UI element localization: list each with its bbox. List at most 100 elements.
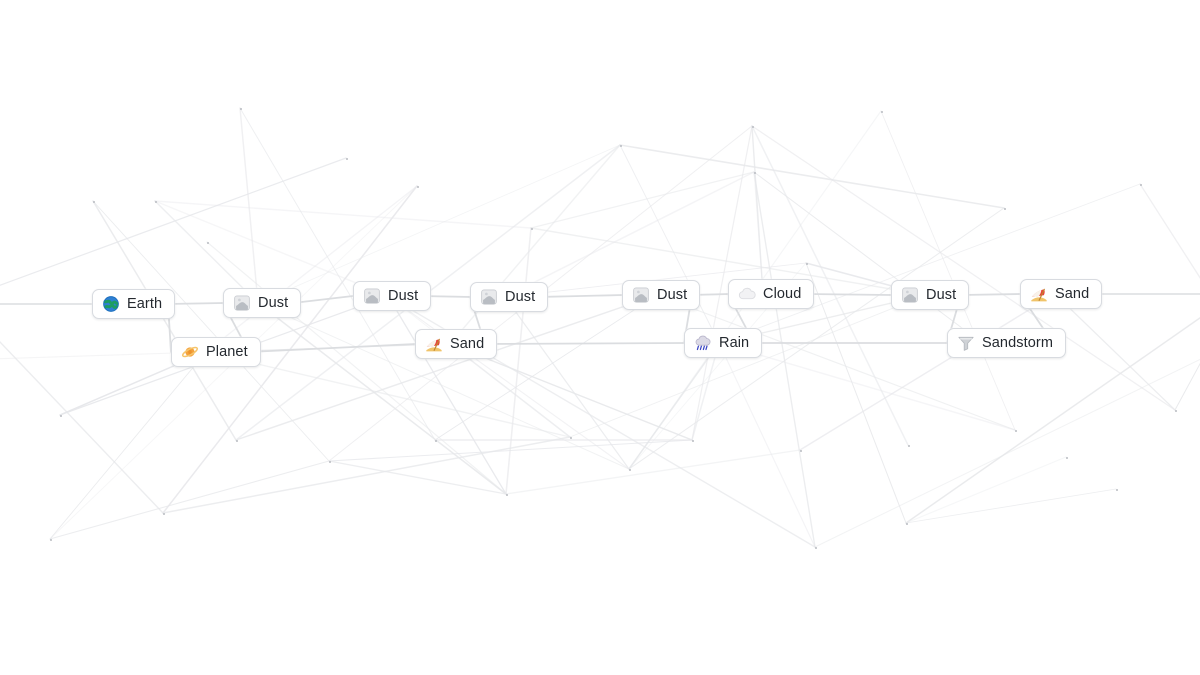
edge-vertex-dot <box>1015 430 1017 432</box>
crafting-graph-canvas[interactable]: Earth Planet Dust Dust Sand Dust Dust Rain Cloud… <box>0 0 1200 675</box>
graph-edge <box>505 449 801 495</box>
node-label: Dust <box>388 287 419 304</box>
graph-edge <box>505 227 532 495</box>
recipe-edge <box>539 294 623 298</box>
edge-vertex-dot <box>908 445 910 447</box>
recipe-edge <box>292 295 354 304</box>
edge-vertex-dot <box>815 547 817 549</box>
graph-edge <box>239 107 259 304</box>
sand-beach-icon <box>1031 288 1047 302</box>
graph-edge <box>49 460 330 540</box>
edge-vertex-dot <box>906 523 908 525</box>
graph-edge <box>905 317 1200 524</box>
edge-vertex-dot <box>806 263 808 265</box>
graph-edge <box>905 456 1067 524</box>
recipe-edge <box>806 293 892 296</box>
edge-vertex-dot <box>1066 457 1068 459</box>
graph-edge <box>504 296 630 470</box>
node-dust2[interactable]: Dust <box>353 281 432 311</box>
node-label: Dust <box>505 288 536 305</box>
dust-icon <box>633 287 649 303</box>
graph-edge <box>257 144 621 304</box>
node-dust1[interactable]: Dust <box>223 288 302 318</box>
graph-edge <box>656 294 1016 431</box>
node-dust4[interactable]: Dust <box>622 280 701 310</box>
edge-vertex-dot <box>531 228 533 230</box>
node-sand1[interactable]: Sand <box>415 329 498 359</box>
recipe-edge <box>248 343 416 353</box>
node-planet[interactable]: Planet <box>171 337 261 367</box>
node-label: Sandstorm <box>982 334 1054 351</box>
graph-edge <box>434 294 658 441</box>
edge-vertex-dot <box>417 186 419 188</box>
graph-edge <box>328 439 693 462</box>
graph-edge <box>239 107 436 441</box>
edge-vertex-dot <box>346 158 348 160</box>
recipe-edge <box>960 293 1021 296</box>
graph-edge <box>387 295 630 470</box>
edge-vertex-dot <box>506 494 508 496</box>
edge-vertex-dot <box>570 437 572 439</box>
graph-edge <box>905 488 1117 524</box>
edge-vertex-dot <box>752 126 754 128</box>
graph-edge <box>1054 293 1176 411</box>
graph-edge <box>257 302 630 470</box>
edge-vertex-dot <box>800 450 802 452</box>
graph-edge <box>1174 362 1200 411</box>
rain-cloud-icon <box>695 335 711 351</box>
node-rain[interactable]: Rain <box>684 328 763 358</box>
graph-edge <box>92 200 237 441</box>
graph-edge <box>753 171 816 548</box>
graph-edge <box>619 144 720 344</box>
node-label: Dust <box>657 286 688 303</box>
node-cloud[interactable]: Cloud <box>728 279 815 309</box>
node-label: Planet <box>206 343 248 360</box>
edge-vertex-dot <box>207 242 209 244</box>
node-label: Rain <box>719 334 750 351</box>
edge-vertex-dot <box>236 440 238 442</box>
recipe-edge <box>167 302 224 305</box>
planet-icon <box>181 346 199 358</box>
edge-vertex-dot <box>1116 489 1118 491</box>
sand-beach-icon <box>426 338 442 352</box>
graph-edge <box>814 358 1200 548</box>
node-label: Dust <box>258 294 289 311</box>
node-label: Sand <box>1055 285 1090 302</box>
graph-edge <box>0 340 164 514</box>
graph-edge <box>504 171 755 298</box>
edge-vertex-dot <box>93 201 95 203</box>
node-sandstorm[interactable]: Sandstorm <box>947 328 1067 358</box>
graph-edge <box>619 144 1005 209</box>
dust-icon <box>481 289 497 305</box>
graph-edge <box>751 125 1176 411</box>
edge-vertex-dot <box>50 539 52 541</box>
node-dust5[interactable]: Dust <box>891 280 970 310</box>
node-dust3[interactable]: Dust <box>470 282 549 312</box>
graph-edge <box>206 241 507 495</box>
graph-edge <box>718 183 1141 344</box>
graph-edge <box>905 316 1200 524</box>
node-label: Cloud <box>763 285 802 302</box>
edge-vertex-dot <box>881 111 883 113</box>
graph-edge <box>753 171 983 344</box>
graph-edge <box>628 342 720 470</box>
graph-edge <box>205 351 571 438</box>
edge-vertex-dot <box>155 201 157 203</box>
edge-vertex-dot <box>1140 184 1142 186</box>
edge-vertex-dot <box>692 440 694 442</box>
edge-vertex-dot <box>329 461 331 463</box>
node-earth[interactable]: Earth <box>92 289 176 319</box>
graph-edge <box>0 157 347 286</box>
graph-edge <box>92 200 330 462</box>
graph-edge <box>880 110 1016 431</box>
edge-vertex-dot <box>163 513 165 515</box>
edge-vertex-dot <box>754 172 756 174</box>
graph-edge <box>569 294 927 438</box>
graph-edge <box>799 293 1056 451</box>
edge-vertex-dot <box>1175 410 1177 412</box>
node-sand2[interactable]: Sand <box>1020 279 1103 309</box>
graph-edge <box>751 125 764 295</box>
edge-vertex-dot <box>620 145 622 147</box>
graph-edge <box>530 171 755 229</box>
graph-edge <box>328 460 507 495</box>
